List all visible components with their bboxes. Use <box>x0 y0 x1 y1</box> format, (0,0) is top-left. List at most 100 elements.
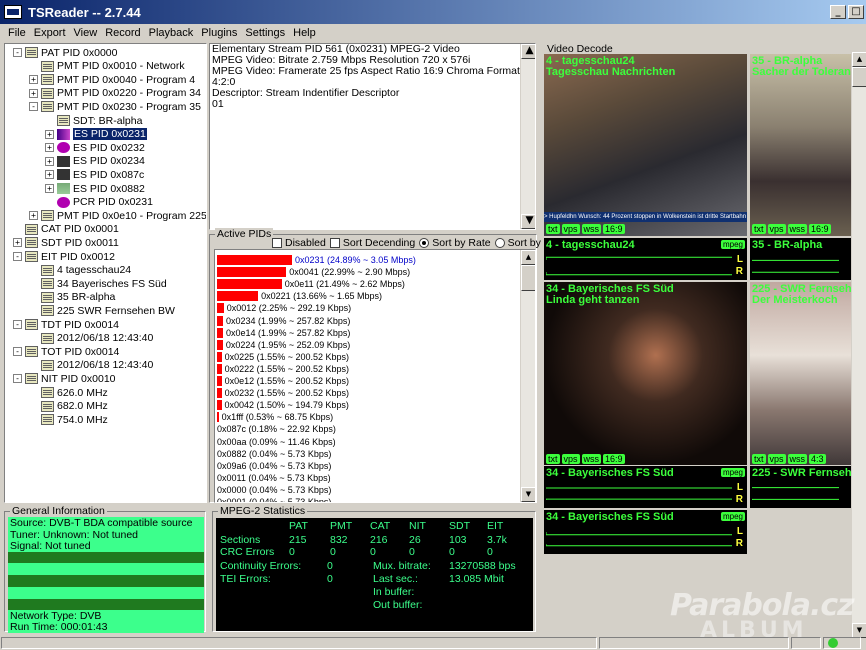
sort-by-rate-radio[interactable] <box>419 238 430 248</box>
tree-node[interactable]: - TOT PID 0x0014 <box>13 345 119 358</box>
tree-node[interactable]: PMT PID 0x0010 - Network <box>29 60 185 73</box>
tree-node[interactable]: + SDT PID 0x0011 <box>13 236 119 249</box>
expander-icon[interactable]: + <box>13 238 22 248</box>
pid-row[interactable]: 0x09a6 (0.04% ~ 5.73 Kbps) <box>217 460 331 472</box>
pid-row[interactable]: 0x087c (0.18% ~ 22.92 Kbps) <box>217 423 336 435</box>
expander-icon[interactable]: + <box>45 170 54 180</box>
pid-row[interactable]: 0x0012 (2.25% ~ 292.19 Kbps) <box>217 302 351 314</box>
menu-settings[interactable]: Settings <box>241 27 289 39</box>
tree-node[interactable]: 626.0 MHz <box>29 386 108 399</box>
pid-page-icon <box>41 74 54 86</box>
maximize-button[interactable]: □ <box>848 5 864 19</box>
sections-value: 103 <box>449 534 467 546</box>
menu-plugins[interactable]: Plugins <box>197 27 241 39</box>
pid-row[interactable]: 0x0041 (22.99% ~ 2.90 Mbps) <box>217 266 410 278</box>
pid-row[interactable]: 0x00aa (0.09% ~ 11.46 Kbps) <box>217 436 336 448</box>
info-scrollbar[interactable]: ▲ ▼ <box>520 44 535 229</box>
menu-view[interactable]: View <box>70 27 102 39</box>
expander-icon[interactable]: + <box>45 184 54 193</box>
scroll-thumb[interactable] <box>521 265 535 291</box>
pid-row[interactable]: 0x0231 (24.89% ~ 3.05 Mbps) <box>217 254 416 266</box>
tree-node[interactable]: 35 BR-alpha <box>29 291 115 304</box>
pid-page-icon <box>41 387 54 398</box>
menu-playback[interactable]: Playback <box>145 27 198 39</box>
expander-icon[interactable]: + <box>29 88 38 98</box>
tree-node[interactable]: + ES PID 0x0234 <box>45 155 145 168</box>
tree-node[interactable]: + PMT PID 0x0040 - Program 4 <box>29 73 195 86</box>
pid-row-label: 0x0041 (22.99% ~ 2.90 Mbps) <box>289 267 411 278</box>
expander-icon[interactable]: + <box>29 211 38 221</box>
stats-header: CAT <box>370 520 391 532</box>
video-tile[interactable]: 225 - SWR Fernsehe Der Meisterkoch txt vps w… <box>750 282 852 465</box>
tree-node[interactable]: - TDT PID 0x0014 <box>13 318 119 331</box>
tree-node[interactable]: PCR PID 0x0231 <box>45 196 153 209</box>
scroll-thumb[interactable] <box>852 67 866 87</box>
pid-row[interactable]: 0x0222 (1.55% ~ 200.52 Kbps) <box>217 363 349 375</box>
pid-row[interactable]: 0x1fff (0.53% ~ 68.75 Kbps) <box>217 411 333 423</box>
tree-node[interactable]: + ES PID 0x0232 <box>45 141 145 154</box>
tree-node[interactable]: 34 Bayerisches FS Süd <box>29 277 167 290</box>
tree-node[interactable]: - EIT PID 0x0012 <box>13 250 115 263</box>
tree-node[interactable]: - NIT PID 0x0010 <box>13 372 116 385</box>
sort-descending-checkbox[interactable] <box>329 238 340 248</box>
tree-node[interactable]: 2012/06/18 12:43:40 <box>29 359 153 372</box>
tree-node[interactable]: + ES PID 0x0231 <box>45 128 147 141</box>
pid-row[interactable]: 0x0000 (0.04% ~ 5.73 Kbps) <box>217 484 331 496</box>
pid-row[interactable]: 0x0232 (1.55% ~ 200.52 Kbps) <box>217 387 349 399</box>
expander-icon[interactable]: + <box>45 143 54 153</box>
pid-row[interactable]: 0x0042 (1.50% ~ 194.79 Kbps) <box>217 399 349 411</box>
disabled-checkbox[interactable] <box>272 238 282 248</box>
sort-by-pid-radio[interactable] <box>494 238 505 248</box>
pids-scrollbar[interactable]: ▲ ▼ <box>520 250 535 502</box>
tree-node[interactable]: + ES PID 0x087c <box>45 168 144 181</box>
tree-node[interactable]: + ES PID 0x0882 <box>45 182 145 195</box>
tree-node[interactable]: 2012/06/18 12:43:40 <box>29 332 153 345</box>
menu-file[interactable]: File <box>4 27 30 39</box>
pid-rate-bar <box>217 255 292 265</box>
menu-record[interactable]: Record <box>101 27 144 39</box>
pid-row[interactable]: 0x0224 (1.95% ~ 252.09 Kbps) <box>217 339 350 351</box>
tree-node[interactable]: - PMT PID 0x0230 - Program 35 <box>29 100 201 113</box>
expander-icon[interactable]: - <box>29 102 38 112</box>
pid-tree[interactable]: - PAT PID 0x0000 PMT PID 0x0010 - Network +… <box>4 43 207 503</box>
pid-row[interactable]: 0x0001 (0.04% ~ 5.73 Kbps) <box>217 496 331 502</box>
pid-row[interactable]: 0x0225 (1.55% ~ 200.52 Kbps) <box>217 351 349 363</box>
video-tile[interactable]: 34 - Bayerisches FS Süd Linda geht tanzen… <box>544 282 747 465</box>
scroll-up-button[interactable]: ▲ <box>521 250 535 265</box>
pid-row[interactable]: 0x0011 (0.04% ~ 5.73 Kbps) <box>217 472 331 484</box>
tree-node[interactable]: - PAT PID 0x0000 <box>13 46 117 59</box>
scroll-down-button[interactable]: ▼ <box>521 487 535 502</box>
expander-icon[interactable]: - <box>13 320 22 329</box>
pid-row[interactable]: 0x0e11 (21.49% ~ 2.62 Mbps) <box>217 278 405 290</box>
pid-row[interactable]: 0x0221 (13.66% ~ 1.65 Mbps) <box>217 290 382 302</box>
video-tile[interactable]: 35 - BR-alpha Sacher der Toleranz <box>750 54 852 236</box>
active-pids-list[interactable]: ▲ ▼ 0x0231 (24.89% ~ 3.05 Mbps) 0x0041 (2… <box>214 249 536 503</box>
tree-node[interactable]: + PMT PID 0x0e10 - Program 225 <box>29 209 206 222</box>
video-scrollbar[interactable]: ▲ ▼ <box>851 52 866 638</box>
minimize-button[interactable]: _ <box>830 5 846 19</box>
pid-row[interactable]: 0x0e12 (1.55% ~ 200.52 Kbps) <box>217 375 349 387</box>
expander-icon[interactable]: - <box>13 252 22 261</box>
expander-icon[interactable]: + <box>45 156 54 166</box>
tree-node[interactable]: 682.0 MHz <box>29 400 108 413</box>
tree-node[interactable]: CAT PID 0x0001 <box>13 223 119 236</box>
pid-row[interactable]: 0x0234 (1.99% ~ 257.82 Kbps) <box>217 315 350 327</box>
tree-node[interactable]: + PMT PID 0x0220 - Program 34 <box>29 87 201 100</box>
expander-icon[interactable]: - <box>13 347 22 357</box>
video-tile[interactable]: 4 - tagesschau24 Tagesschau Nachrichten > … <box>544 54 747 236</box>
scroll-up-button[interactable]: ▲ <box>521 44 535 59</box>
menu-export[interactable]: Export <box>30 27 70 39</box>
scroll-up-button[interactable]: ▲ <box>852 52 866 67</box>
menu-help[interactable]: Help <box>289 27 320 39</box>
pid-row[interactable]: 0x0882 (0.04% ~ 5.73 Kbps) <box>217 448 331 460</box>
expander-icon[interactable]: + <box>45 129 54 139</box>
tree-node[interactable]: SDT: BR-alpha <box>45 114 142 127</box>
tree-node[interactable]: 225 SWR Fernsehen BW <box>29 304 175 317</box>
tree-node[interactable]: 754.0 MHz <box>29 413 108 426</box>
expander-icon[interactable]: + <box>29 75 38 85</box>
tree-node[interactable]: 4 tagesschau24 <box>29 264 131 277</box>
expander-icon[interactable]: - <box>13 48 22 57</box>
pid-row[interactable]: 0x0e14 (1.99% ~ 257.82 Kbps) <box>217 327 350 339</box>
scroll-down-button[interactable]: ▼ <box>521 214 535 229</box>
expander-icon[interactable]: - <box>13 374 22 384</box>
